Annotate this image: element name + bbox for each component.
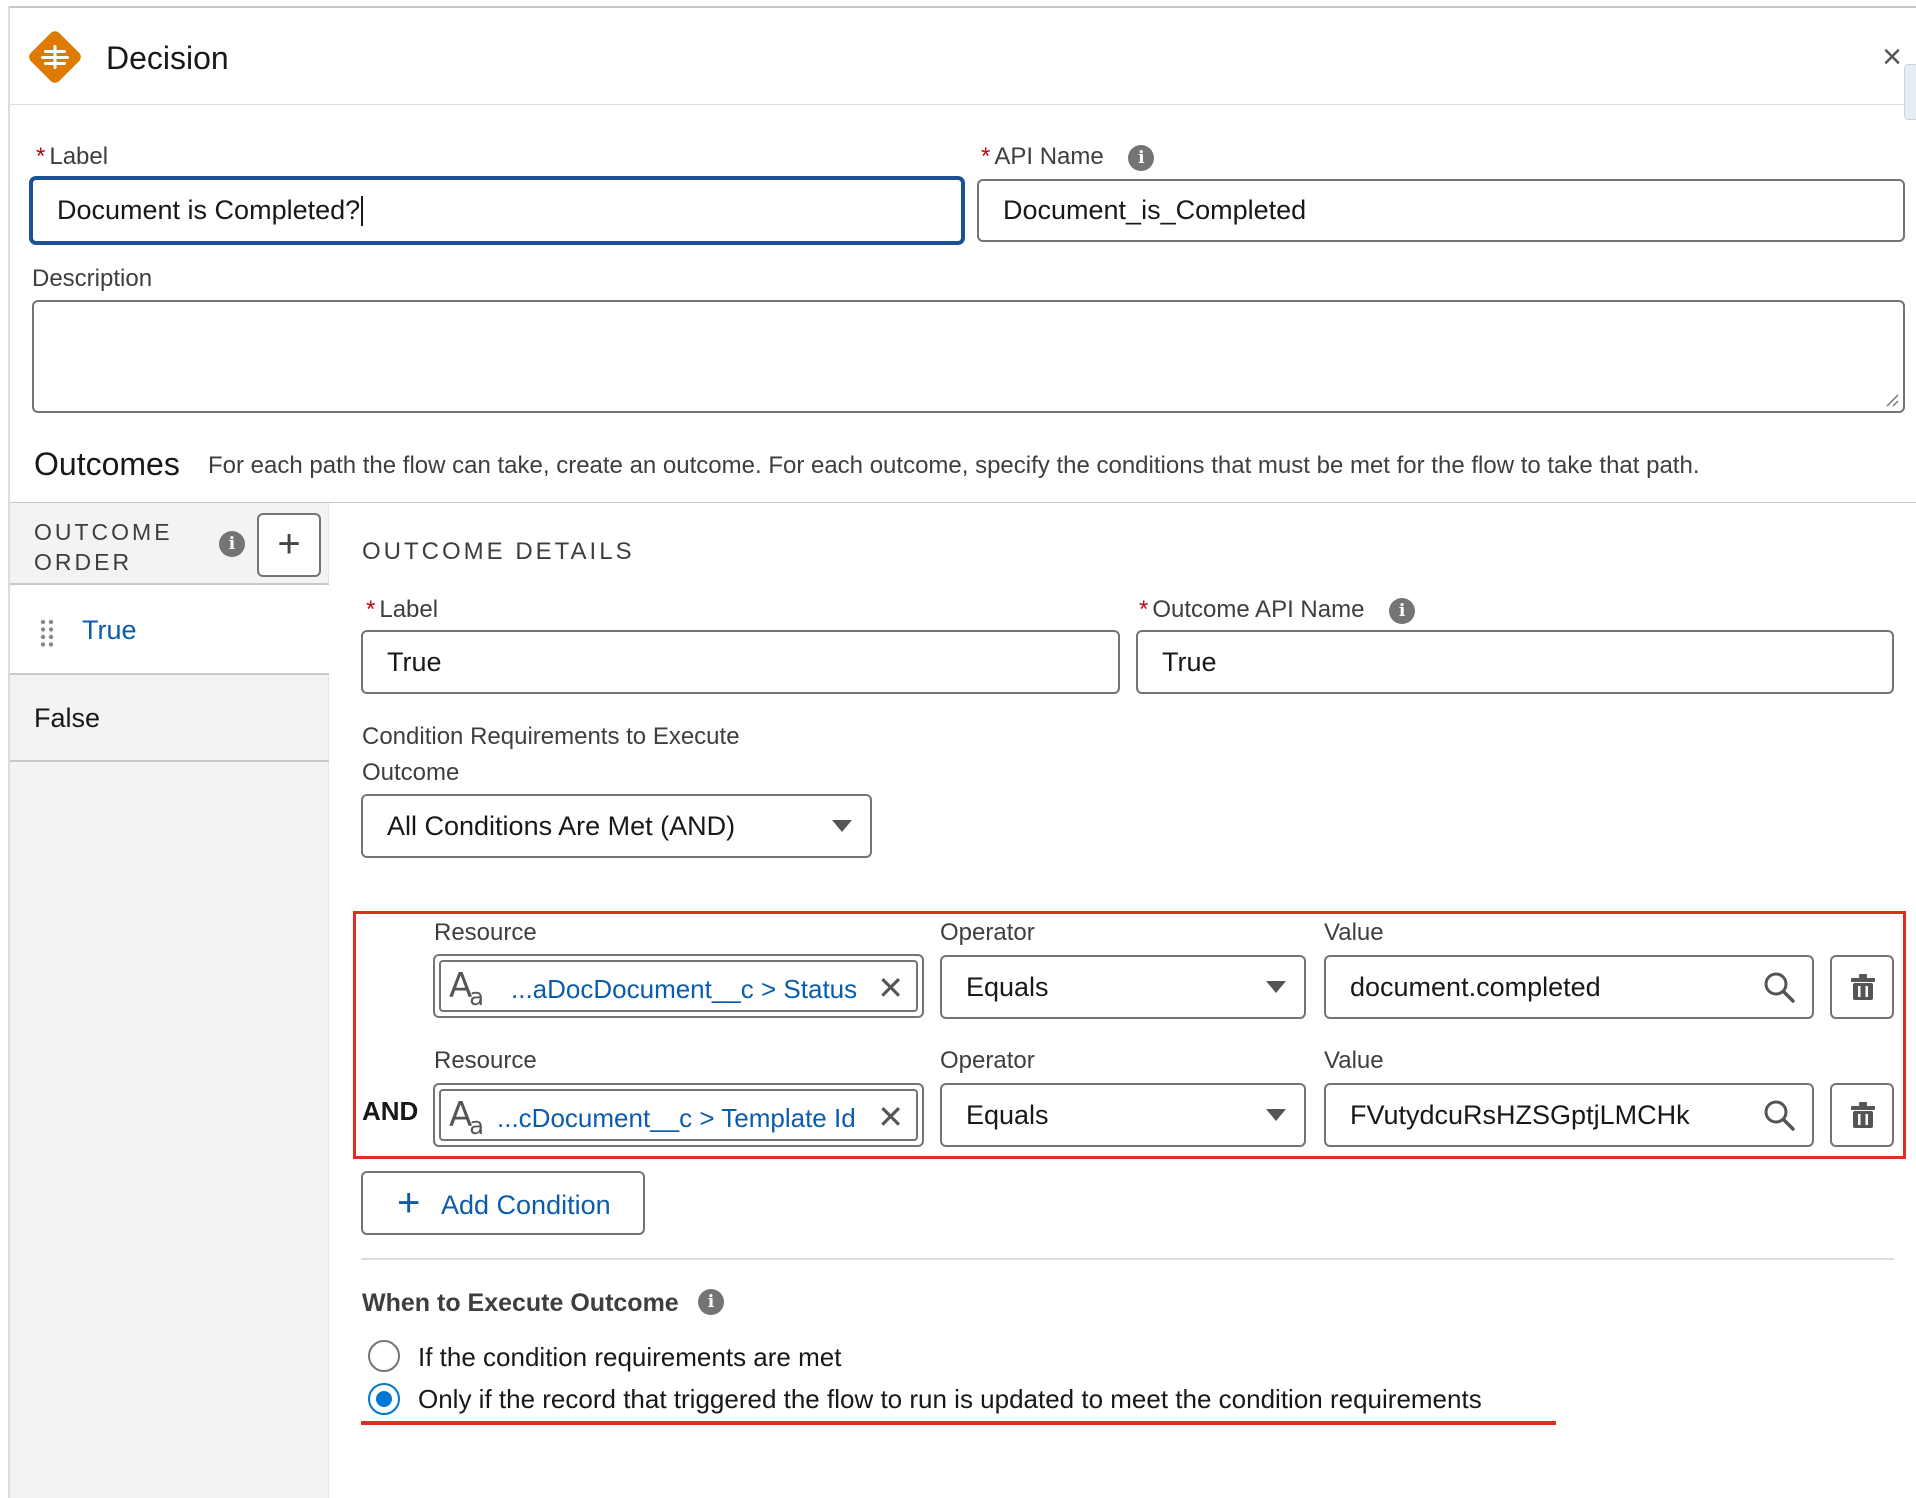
resource-field[interactable]: Aa ...aDocDocument__c > Status ✕: [433, 954, 924, 1018]
operator-value: Equals: [966, 1099, 1049, 1130]
search-icon[interactable]: [1762, 970, 1796, 1004]
info-icon[interactable]: i: [698, 1289, 724, 1315]
api-name-label-text: API Name: [994, 143, 1104, 170]
decision-icon: [29, 31, 81, 83]
info-icon[interactable]: i: [219, 531, 245, 557]
label-field-label-text: Label: [49, 143, 109, 170]
outcome-api-name-input[interactable]: True: [1136, 630, 1894, 694]
value-label: Value: [1324, 1047, 1384, 1074]
outcome-item-true[interactable]: True: [10, 585, 329, 673]
close-icon[interactable]: ×: [1882, 40, 1902, 74]
plus-icon: +: [397, 1181, 421, 1225]
required-marker: *: [366, 596, 376, 623]
value-label: Value: [1324, 919, 1384, 946]
description-textarea[interactable]: [32, 300, 1905, 413]
api-name-label: * API Name i: [981, 143, 1155, 171]
outcome-api-name-input-value: True: [1162, 646, 1217, 677]
outcome-details-title: OUTCOME DETAILS: [362, 538, 635, 565]
required-marker: *: [1139, 596, 1149, 623]
modal-header: Decision ×: [10, 8, 1916, 120]
clear-pill-icon[interactable]: ✕: [877, 1101, 904, 1133]
value-input[interactable]: document.completed: [1324, 955, 1814, 1019]
search-icon[interactable]: [1762, 1098, 1796, 1132]
label-input-value: Document is Completed?: [57, 195, 361, 225]
resource-label: Resource: [434, 919, 537, 946]
operator-label: Operator: [940, 919, 1035, 946]
resource-pill[interactable]: Aa ...cDocument__c > Template Id ✕: [439, 1089, 918, 1141]
modal-title: Decision: [106, 40, 229, 76]
delete-condition-button[interactable]: [1830, 955, 1894, 1019]
condition-requirements-label-line1: Condition Requirements to Execute: [362, 723, 740, 750]
outcome-order-panel: OUTCOME ORDER i + True False: [10, 503, 329, 1498]
outcome-api-name-label-text: Outcome API Name: [1152, 596, 1365, 623]
resource-label: Resource: [434, 1047, 537, 1074]
api-name-input[interactable]: Document_is_Completed: [977, 179, 1905, 242]
outcome-label-input[interactable]: True: [361, 630, 1120, 694]
outcome-item-label: True: [82, 615, 137, 645]
highlight-underline: [361, 1421, 1556, 1425]
clear-pill-icon[interactable]: ✕: [877, 972, 904, 1004]
operator-value: Equals: [966, 971, 1049, 1002]
required-marker: *: [981, 143, 991, 170]
operator-select[interactable]: Equals: [940, 1083, 1306, 1147]
scrollbar-handle[interactable]: [1904, 64, 1916, 120]
divider: [10, 673, 329, 675]
info-icon[interactable]: i: [1128, 144, 1155, 171]
outcomes-description: For each path the flow can take, create …: [208, 452, 1700, 479]
resource-pill[interactable]: Aa ...aDocDocument__c > Status ✕: [439, 960, 918, 1012]
divider: [10, 760, 329, 762]
dropdown-arrow-icon: [1266, 1109, 1286, 1121]
outcome-order-title: OUTCOME ORDER: [34, 519, 173, 575]
trash-icon: [1851, 974, 1875, 1000]
divider: [361, 1258, 1894, 1260]
resource-field[interactable]: Aa ...cDocument__c > Template Id ✕: [433, 1083, 924, 1147]
text-type-icon-small: a: [469, 1112, 484, 1140]
radio-condition-met-label[interactable]: If the condition requirements are met: [418, 1342, 841, 1373]
text-type-icon: Aa: [449, 1095, 487, 1140]
dropdown-arrow-icon: [832, 820, 852, 832]
outcome-label-label-text: Label: [379, 596, 439, 623]
label-field-label: * Label: [36, 143, 108, 171]
outcome-label-label: * Label: [366, 596, 438, 624]
operator-select[interactable]: Equals: [940, 955, 1306, 1019]
radio-condition-met[interactable]: [368, 1340, 400, 1372]
api-name-input-value: Document_is_Completed: [1003, 195, 1307, 225]
when-to-execute-title: When to Execute Outcome: [362, 1289, 679, 1317]
info-icon[interactable]: i: [1389, 597, 1416, 624]
outcomes-title: Outcomes: [34, 446, 180, 482]
text-type-icon-glyph: Aa: [449, 966, 484, 1011]
text-type-icon: Aa: [449, 966, 487, 1011]
add-outcome-button[interactable]: +: [257, 513, 321, 577]
radio-only-if-updated-label[interactable]: Only if the record that triggered the fl…: [418, 1384, 1482, 1415]
dropdown-arrow-icon: [1266, 981, 1286, 993]
text-type-icon-small: a: [469, 983, 484, 1011]
value-input-text: FVutydcuRsHZSGptjLMCHk: [1350, 1099, 1690, 1130]
value-input-text: document.completed: [1350, 971, 1601, 1002]
description-label: Description: [32, 265, 153, 292]
condition-requirements-label-line2: Outcome: [362, 759, 460, 786]
add-condition-label: Add Condition: [441, 1190, 611, 1220]
outcome-label-input-value: True: [387, 646, 442, 677]
operator-label: Operator: [940, 1047, 1035, 1074]
required-marker: *: [36, 143, 46, 170]
add-condition-button[interactable]: + Add Condition: [361, 1171, 645, 1235]
outcome-item-false[interactable]: False: [34, 703, 100, 734]
condition-requirements-value: All Conditions Are Met (AND): [387, 810, 736, 841]
resource-pill-label: ...cDocument__c > Template Id: [497, 1103, 856, 1133]
logic-connector-label: AND: [362, 1096, 419, 1126]
resource-pill-label: ...aDocDocument__c > Status: [511, 974, 858, 1004]
trash-icon: [1851, 1102, 1875, 1128]
text-caret: [361, 195, 364, 226]
drag-handle-icon[interactable]: [40, 619, 54, 647]
radio-only-if-updated[interactable]: [368, 1383, 400, 1415]
resize-handle-icon[interactable]: [1885, 393, 1899, 407]
text-type-icon-glyph: Aa: [449, 1095, 484, 1140]
condition-requirements-select[interactable]: All Conditions Are Met (AND): [361, 794, 872, 858]
label-input[interactable]: Document is Completed?: [30, 177, 964, 244]
delete-condition-button[interactable]: [1830, 1083, 1894, 1147]
value-input[interactable]: FVutydcuRsHZSGptjLMCHk: [1324, 1083, 1814, 1147]
outcome-api-name-label: * Outcome API Name i: [1139, 596, 1416, 624]
